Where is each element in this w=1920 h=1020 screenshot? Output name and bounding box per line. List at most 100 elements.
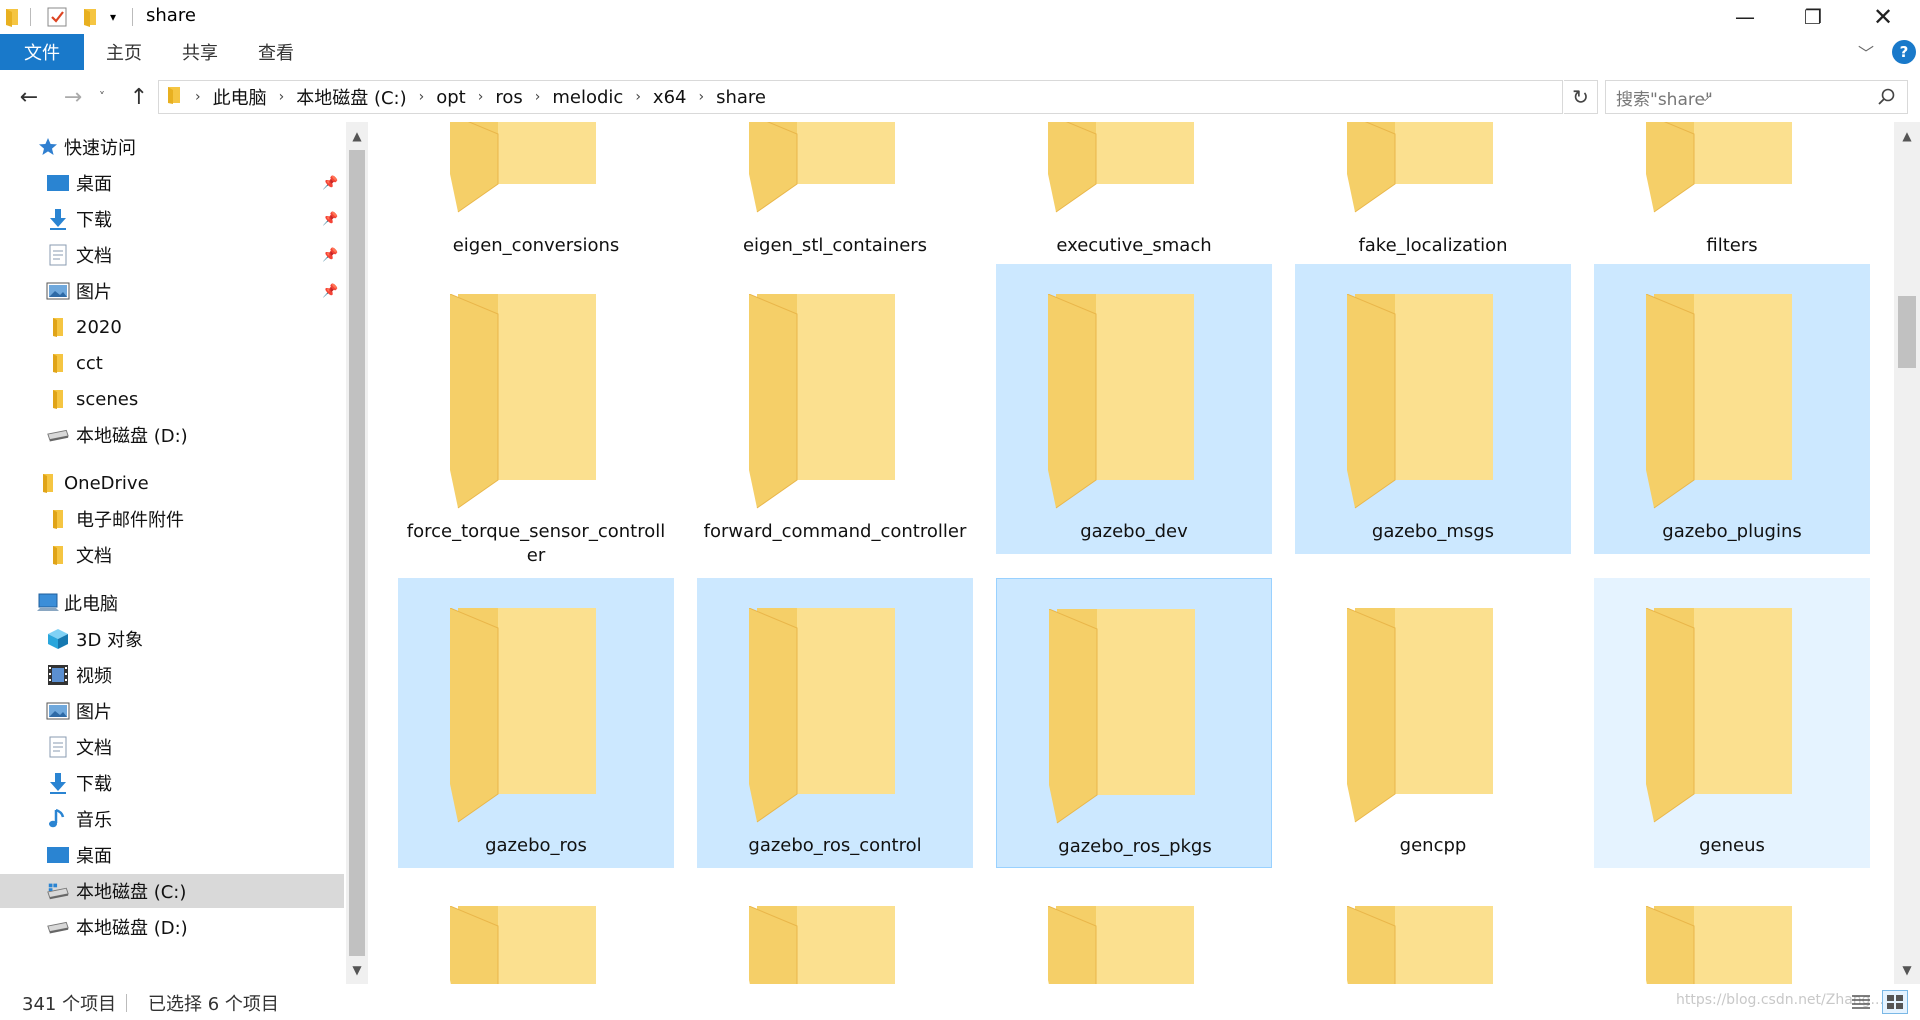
scroll-down-icon[interactable]: ▼ (346, 958, 368, 982)
content-scrollbar[interactable]: ▲ ▼ (1894, 122, 1920, 984)
folder-thumbnail (450, 122, 598, 225)
sidebar-item-quick-access[interactable]: 快速访问 (0, 130, 344, 164)
sidebar-item-pictures[interactable]: 图片 📌 (0, 274, 344, 308)
folder-item[interactable]: gazebo_ros (398, 578, 674, 868)
sidebar-scrollbar[interactable]: ▲ ▼ (346, 122, 368, 984)
folder-item[interactable] (1594, 892, 1870, 984)
sidebar-item-email-attachments[interactable]: 电子邮件附件 (0, 502, 344, 536)
search-input[interactable]: 搜索"share" (1605, 80, 1908, 114)
tab-share[interactable]: 共享 (170, 34, 230, 70)
breadcrumb-share[interactable]: share (712, 87, 770, 108)
folder-item[interactable]: executive_smach (996, 122, 1272, 262)
sidebar-item-downloads[interactable]: 下载 📌 (0, 202, 344, 236)
sidebar-item-documents[interactable]: 文档 📌 (0, 238, 344, 272)
folder-item[interactable]: geneus (1594, 578, 1870, 868)
folder-item[interactable]: filters (1594, 122, 1870, 262)
chevron-right-icon[interactable]: › (187, 89, 209, 105)
close-button[interactable]: ✕ (1848, 0, 1918, 34)
scrollbar-thumb[interactable] (1898, 296, 1916, 368)
folder-item[interactable]: force_torque_sensor_controller (398, 264, 674, 566)
sidebar-item-drive-c[interactable]: 本地磁盘 (C:) (0, 874, 344, 908)
sidebar-item-onedrive[interactable]: OneDrive (0, 466, 344, 500)
folder-item[interactable]: gazebo_ros_pkgs (996, 578, 1272, 868)
breadcrumb-ros[interactable]: ros (491, 87, 526, 108)
pin-icon[interactable]: 📌 (322, 284, 338, 299)
chevron-right-icon[interactable]: › (271, 89, 293, 105)
folder-item[interactable]: eigen_stl_containers (697, 122, 973, 262)
large-icons-view-icon[interactable] (1882, 990, 1908, 1014)
sidebar-item-cct[interactable]: cct (0, 346, 344, 380)
folder-icon (748, 293, 897, 509)
sidebar-item-drive-d-quick[interactable]: 本地磁盘 (D:) (0, 418, 344, 452)
folder-item[interactable]: gazebo_dev (996, 264, 1272, 554)
sidebar-item-2020[interactable]: 2020 (0, 310, 344, 344)
drive-icon (46, 424, 70, 446)
forward-arrow-icon[interactable]: → (58, 80, 88, 114)
pin-icon[interactable]: 📌 (322, 176, 338, 191)
sidebar-item-videos[interactable]: 视频 (0, 658, 344, 692)
pin-icon[interactable]: 📌 (322, 248, 338, 263)
scroll-up-icon[interactable]: ▲ (346, 124, 368, 148)
sidebar-item-desktop[interactable]: 桌面 📌 (0, 166, 344, 200)
pin-icon[interactable]: 📌 (322, 212, 338, 227)
sidebar-item-this-pc[interactable]: 此电脑 (0, 586, 344, 620)
sidebar-item-pc-documents[interactable]: 文档 (0, 730, 344, 764)
folder-item[interactable]: fake_localization (1295, 122, 1571, 262)
chevron-right-icon[interactable]: › (527, 89, 549, 105)
breadcrumb-drive-c[interactable]: 本地磁盘 (C:) (292, 84, 410, 110)
sidebar-item-onedrive-documents[interactable]: 文档 (0, 538, 344, 572)
chevron-right-icon[interactable]: › (411, 89, 433, 105)
folder-item[interactable]: forward_command_controller (697, 264, 973, 554)
tab-file[interactable]: 文件 (0, 34, 84, 70)
chevron-right-icon[interactable]: › (690, 89, 712, 105)
breadcrumb-melodic[interactable]: melodic (548, 87, 627, 108)
folder-name: eigen_stl_containers (742, 235, 928, 256)
chevron-right-icon[interactable]: › (627, 89, 649, 105)
breadcrumb-x64[interactable]: x64 (649, 87, 691, 108)
music-note-icon (46, 808, 70, 830)
sidebar-item-3d-objects[interactable]: 3D 对象 (0, 622, 344, 656)
scroll-up-icon[interactable]: ▲ (1896, 124, 1918, 148)
tab-view[interactable]: 查看 (246, 34, 306, 70)
tab-home[interactable]: 主页 (94, 34, 154, 70)
new-folder-icon[interactable] (82, 6, 98, 28)
item-count: 341 个项目 (22, 994, 117, 1015)
drive-icon (46, 916, 70, 938)
address-bar[interactable]: › 此电脑 › 本地磁盘 (C:) › opt › ros › melodic … (158, 80, 1710, 114)
sidebar-item-pc-desktop[interactable]: 桌面 (0, 838, 344, 872)
breadcrumb-opt[interactable]: opt (432, 87, 470, 108)
search-icon[interactable] (1877, 87, 1897, 107)
up-arrow-icon[interactable]: ↑ (124, 80, 154, 114)
sidebar-item-pc-pictures[interactable]: 图片 (0, 694, 344, 728)
folder-item[interactable]: eigen_conversions (398, 122, 674, 262)
sidebar-item-pc-downloads[interactable]: 下载 (0, 766, 344, 800)
scrollbar-thumb[interactable] (349, 150, 365, 956)
folder-item[interactable]: gazebo_ros_control (697, 578, 973, 868)
restore-button[interactable]: ❐ (1778, 0, 1848, 34)
document-icon (46, 736, 70, 758)
breadcrumb-this-pc[interactable]: 此电脑 (209, 84, 271, 110)
chevron-right-icon[interactable]: › (470, 89, 492, 105)
back-arrow-icon[interactable]: ← (14, 80, 44, 114)
pictures-icon (46, 280, 70, 302)
folder-item[interactable] (996, 892, 1272, 984)
folder-item[interactable] (398, 892, 674, 984)
scroll-down-icon[interactable]: ▼ (1896, 958, 1918, 982)
help-icon[interactable]: ? (1892, 40, 1916, 64)
folder-item[interactable] (1295, 892, 1571, 984)
folder-icon (449, 293, 598, 509)
folder-item[interactable]: gazebo_msgs (1295, 264, 1571, 554)
sidebar-item-drive-d[interactable]: 本地磁盘 (D:) (0, 910, 344, 944)
expand-ribbon-icon[interactable]: ﹀ (1858, 40, 1874, 64)
folder-item[interactable]: gazebo_plugins (1594, 264, 1870, 554)
details-view-icon[interactable] (1848, 990, 1874, 1014)
minimize-button[interactable]: — (1710, 0, 1780, 34)
folder-item[interactable]: gencpp (1295, 578, 1571, 868)
recent-locations-icon[interactable]: ˅ (92, 80, 112, 114)
sidebar-item-scenes[interactable]: scenes (0, 382, 344, 416)
customize-toolbar-icon[interactable]: ▾ (110, 6, 116, 28)
properties-icon[interactable] (46, 6, 68, 28)
refresh-icon[interactable]: ↻ (1564, 80, 1598, 114)
sidebar-item-music[interactable]: 音乐 (0, 802, 344, 836)
folder-item[interactable] (697, 892, 973, 984)
